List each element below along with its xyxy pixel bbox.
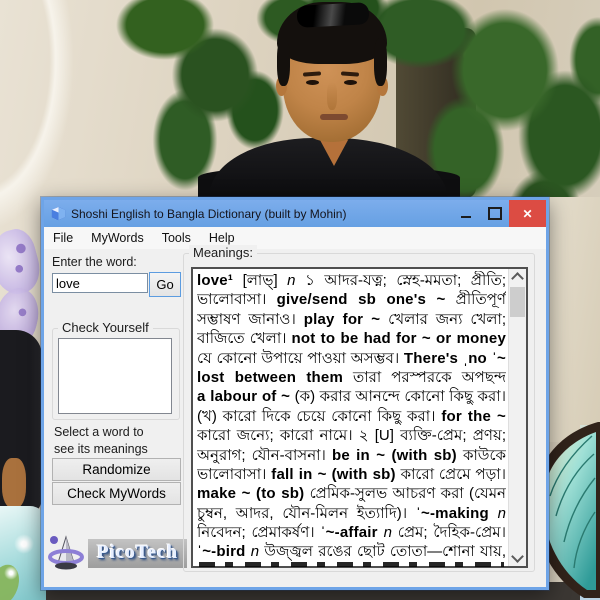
meaning-line: ভালোবাসা। fall in ~ (with sb) কারো প্রেম… bbox=[197, 465, 506, 483]
meaning-line: a labour of ~ (ক) করার আনন্দে কোনো কিছু … bbox=[197, 388, 506, 406]
app-book-icon bbox=[51, 206, 66, 221]
menu-mywords[interactable]: MyWords bbox=[82, 227, 153, 249]
man-eye bbox=[306, 80, 319, 85]
scrollbar-thumb[interactable] bbox=[510, 287, 525, 317]
go-button[interactable]: Go bbox=[149, 272, 181, 297]
close-icon: ✕ bbox=[522, 206, 533, 221]
sparkle bbox=[4, 566, 18, 580]
picotech-wizard-icon bbox=[48, 535, 84, 570]
meaning-line: চুম্বন, আদর, যৌন-মিলন ইত্যাদি)। ˈ~-makin… bbox=[197, 504, 506, 522]
meaning-line: (খ) কারো দিকে চেয়ে কোনো কিছু করা। for t… bbox=[197, 407, 506, 425]
sunglasses-on-head bbox=[296, 2, 370, 28]
maximize-button[interactable] bbox=[480, 200, 509, 227]
man-hair-side bbox=[374, 38, 387, 86]
title-bar[interactable]: Shoshi English to Bangla Dictionary (bui… bbox=[44, 200, 546, 227]
chevron-up-icon bbox=[511, 272, 524, 285]
meaning-line: love¹ [লাভ্] n ১ আদর-যত্ন; স্নেহ-মমতা; প… bbox=[197, 272, 506, 289]
minimize-icon bbox=[460, 215, 471, 218]
meaning-line: ভালোবাসা। give/send sb one's ~ প্রীতিপূর… bbox=[197, 291, 506, 309]
vertical-scrollbar[interactable] bbox=[508, 269, 526, 566]
scroll-up-button[interactable] bbox=[509, 269, 526, 285]
meaning-line: কারো জন্যে; কারো নামে। ২ [U] ব্যক্তি-প্র… bbox=[197, 427, 506, 445]
meanings-label: Meanings: bbox=[189, 245, 257, 260]
randomize-button[interactable]: Randomize bbox=[52, 458, 181, 481]
meanings-text[interactable]: love¹ [লাভ্] n ১ আদর-যত্ন; স্নেহ-মমতা; প… bbox=[197, 271, 506, 566]
meaning-line: সম্ভাষণ জানাও। play for ~ খেলার জন্য খেল… bbox=[197, 310, 506, 328]
check-mywords-button[interactable]: Check MyWords bbox=[52, 482, 181, 505]
minimize-button[interactable] bbox=[451, 200, 480, 227]
man-hair-side bbox=[277, 38, 290, 86]
scroll-down-button[interactable] bbox=[509, 550, 526, 566]
meaning-line: ˈ~-bird n উজ্জ্বল রঙের ছোট তোতা—শোনা যায… bbox=[197, 543, 506, 561]
select-word-hint: Select a word to see its meanings bbox=[54, 424, 148, 458]
check-yourself-title: Check Yourself bbox=[58, 320, 153, 335]
menu-file[interactable]: File bbox=[44, 227, 82, 249]
enter-word-label: Enter the word: bbox=[52, 255, 137, 269]
meaning-line: যে কোনো উপায়ে পাওয়া অসম্ভব। There's ˌn… bbox=[197, 349, 506, 367]
client-area: Enter the word: Go Check Yourself Select… bbox=[44, 245, 546, 582]
meaning-line: lost between them তারা পরস্পরকে অপছন্দ ক… bbox=[197, 368, 506, 386]
picotech-wordmark: PicoTech bbox=[88, 538, 188, 568]
picotech-logo: PicoTech bbox=[46, 533, 188, 573]
meaning-line: বাজিতে খেলা। not to be had for ~ or mone… bbox=[197, 330, 506, 348]
close-button[interactable]: ✕ bbox=[509, 200, 546, 227]
hint-line: Select a word to bbox=[54, 425, 144, 439]
wall-right-strip bbox=[543, 197, 600, 442]
man-eye bbox=[344, 80, 357, 85]
meaning-line: নিবেদন; প্রেমাকর্ষণ। ˈ~-affair n প্রেম; … bbox=[197, 524, 506, 542]
chevron-down-icon bbox=[511, 550, 524, 563]
meaning-line: অনুরাগ; যৌন-বাসনা। be in ~ (with sb) কাউ… bbox=[197, 446, 506, 464]
man-nose bbox=[327, 82, 337, 110]
check-yourself-group: Check Yourself bbox=[52, 320, 180, 420]
menu-bar: File MyWords Tools Help bbox=[44, 227, 546, 250]
dictionary-window: Shoshi English to Bangla Dictionary (bui… bbox=[41, 197, 549, 590]
check-yourself-listbox[interactable] bbox=[58, 338, 172, 414]
man-mouth bbox=[320, 114, 348, 120]
meanings-group: Meanings: love¹ [লাভ্] n ১ আদর-যত্ন; স্ন… bbox=[183, 245, 535, 572]
clipped-text-line bbox=[199, 562, 504, 567]
man-hand-left-edge bbox=[2, 458, 26, 508]
hint-line: see its meanings bbox=[54, 442, 148, 456]
screen: Shoshi English to Bangla Dictionary (bui… bbox=[0, 0, 600, 600]
maximize-icon bbox=[487, 207, 502, 220]
word-input[interactable] bbox=[52, 273, 148, 293]
sparkle bbox=[14, 534, 34, 554]
meanings-textbox[interactable]: love¹ [লাভ্] n ১ আদর-যত্ন; স্নেহ-মমতা; প… bbox=[191, 267, 528, 568]
window-title: Shoshi English to Bangla Dictionary (bui… bbox=[71, 206, 347, 221]
meaning-line: make ~ (to sb) প্রেমিক-সুলভ আচরণ করা (যে… bbox=[197, 485, 506, 503]
